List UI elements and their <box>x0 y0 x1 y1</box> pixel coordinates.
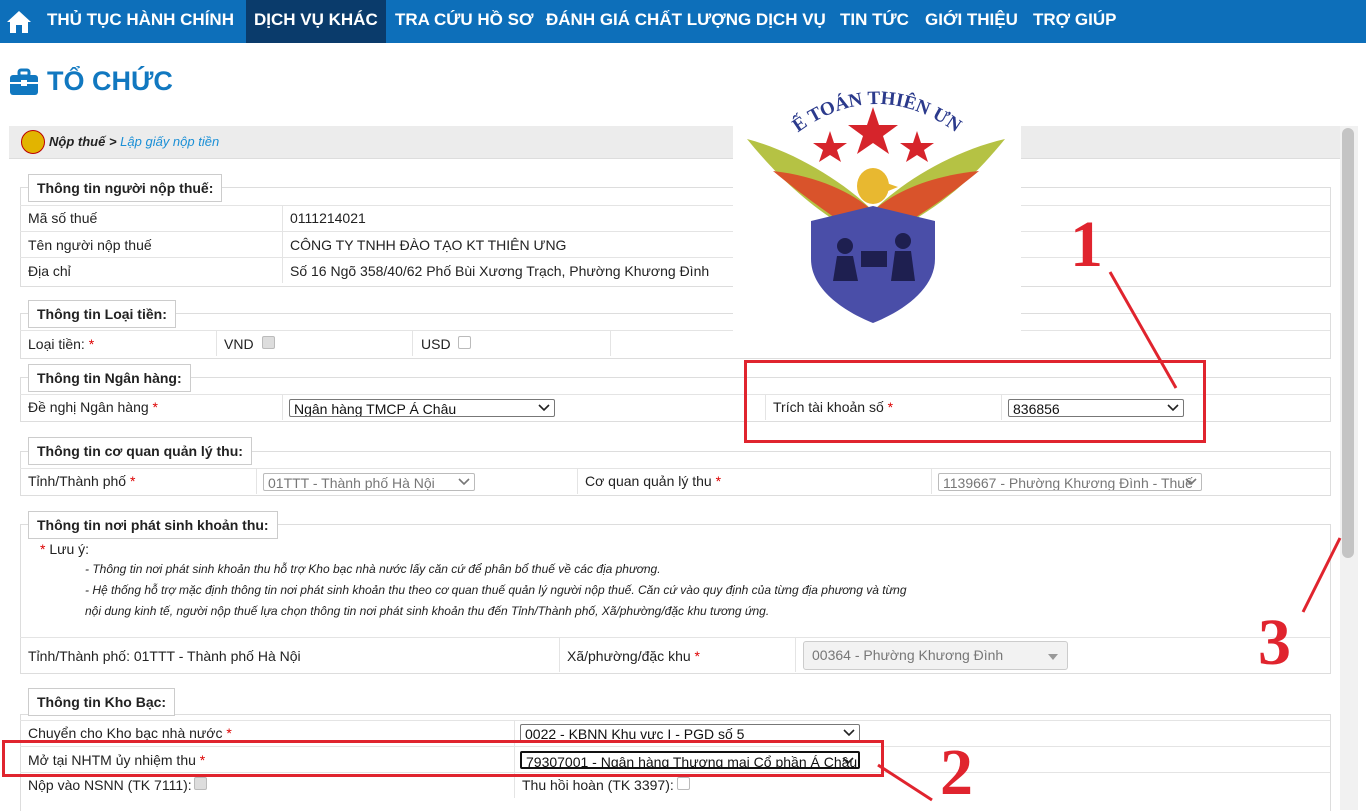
annotation-number-1: 1 <box>1070 208 1103 281</box>
annotation-lines <box>877 271 1342 802</box>
annotation-number-2: 2 <box>940 736 973 809</box>
annotation-number-3: 3 <box>1258 606 1291 679</box>
